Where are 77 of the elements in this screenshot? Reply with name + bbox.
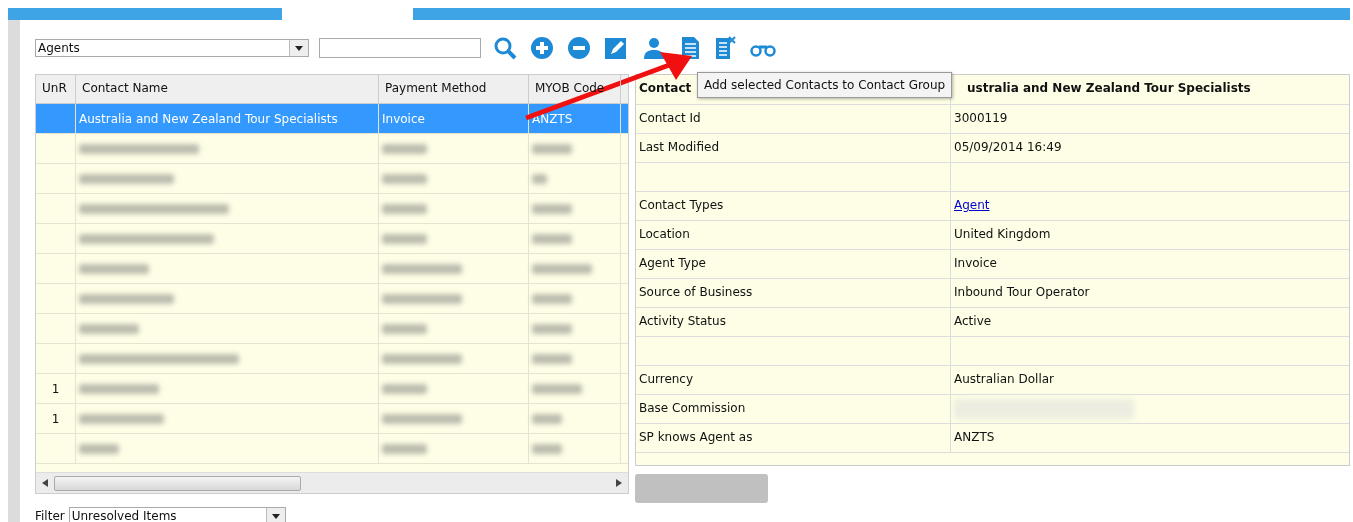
- field-value: Inbound Tour Operator: [954, 285, 1090, 299]
- table-row[interactable]: [36, 134, 628, 164]
- blurred-text: [382, 233, 427, 244]
- field-label: Source of Business: [639, 285, 753, 299]
- table-row[interactable]: [36, 284, 628, 314]
- blurred-text: [532, 413, 562, 424]
- table-row[interactable]: [36, 164, 628, 194]
- pencil-icon[interactable]: [604, 36, 628, 60]
- table-cell: ANZTS: [532, 111, 573, 126]
- blurred-text: [532, 293, 572, 304]
- search-icon[interactable]: [493, 36, 517, 60]
- blurred-text: [532, 353, 572, 364]
- details-header-label: Contact: [639, 81, 692, 95]
- table-row[interactable]: [36, 314, 628, 344]
- blurred-text: [382, 323, 427, 334]
- blurred-text: [532, 173, 547, 184]
- blurred-text: [532, 263, 592, 274]
- table-row[interactable]: [36, 254, 628, 284]
- plus-circle-icon[interactable]: [530, 36, 554, 60]
- field-value: 3000119: [954, 111, 1008, 125]
- scroll-left-icon[interactable]: [42, 479, 48, 487]
- blurred-text: [79, 323, 139, 334]
- column-header[interactable]: UnR: [36, 75, 76, 103]
- field-value: ANZTS: [954, 430, 995, 444]
- blurred-text: [79, 263, 149, 274]
- blurred-text: [532, 233, 572, 244]
- table-row[interactable]: 1: [36, 374, 628, 404]
- blurred-text: [532, 443, 562, 454]
- tooltip: Add selected Contacts to Contact Group: [697, 72, 953, 98]
- field-value: United Kingdom: [954, 227, 1051, 241]
- column-header[interactable]: MYOB Code: [529, 75, 621, 103]
- details-header-value: ustralia and New Zealand Tour Specialists: [967, 81, 1251, 95]
- blurred-text: [532, 383, 582, 394]
- blurred-text: [382, 143, 427, 154]
- contact-type-link[interactable]: Agent: [954, 198, 990, 212]
- table-cell: Australia and New Zealand Tour Specialists: [79, 111, 338, 126]
- field-label: Contact Id: [639, 111, 701, 125]
- blurred-text: [382, 173, 427, 184]
- blurred-text: [79, 443, 119, 454]
- document-x-icon[interactable]: [713, 36, 737, 60]
- table-row[interactable]: [36, 344, 628, 374]
- table-cell: Invoice: [382, 111, 425, 126]
- blurred-text: [382, 443, 427, 454]
- field-value: Invoice: [954, 256, 997, 270]
- column-header[interactable]: Contact Name: [76, 75, 379, 103]
- field-value: Active: [954, 314, 992, 328]
- field-label: Activity Status: [639, 314, 726, 328]
- minus-circle-icon[interactable]: [567, 36, 591, 60]
- scroll-thumb[interactable]: [54, 475, 301, 491]
- search-field[interactable]: [319, 38, 481, 58]
- person-icon[interactable]: [641, 36, 665, 60]
- field-label: Last Modified: [639, 140, 719, 154]
- column-header[interactable]: Payment Method: [379, 75, 529, 103]
- field-label: SP knows Agent as: [639, 430, 753, 444]
- blurred-text: [382, 203, 427, 214]
- blurred-text: [532, 203, 572, 214]
- blurred-text: [382, 383, 427, 394]
- field-label: Contact Types: [639, 198, 724, 212]
- filter-dropdown[interactable]: Unresolved Items: [68, 507, 286, 522]
- table-cell: 1: [51, 411, 60, 426]
- field-label: Location: [639, 227, 690, 241]
- blurred-text: [532, 143, 572, 154]
- table-cell: 1: [51, 381, 60, 396]
- table-row[interactable]: [36, 434, 628, 464]
- table-row[interactable]: 1: [36, 404, 628, 434]
- horizontal-scrollbar[interactable]: [36, 472, 628, 493]
- table-row[interactable]: [36, 194, 628, 224]
- filter-label: Filter: [35, 509, 65, 522]
- field-label: Base Commission: [639, 401, 746, 415]
- table-row[interactable]: [36, 224, 628, 254]
- field-label: Currency: [639, 372, 694, 386]
- category-dropdown[interactable]: Agents: [35, 39, 309, 57]
- field-value: 05/09/2014 16:49: [954, 140, 1062, 154]
- field-label: Agent Type: [639, 256, 706, 270]
- blurred-text: [532, 323, 572, 334]
- scroll-right-icon[interactable]: [616, 479, 622, 487]
- field-value: Australian Dollar: [954, 372, 1055, 386]
